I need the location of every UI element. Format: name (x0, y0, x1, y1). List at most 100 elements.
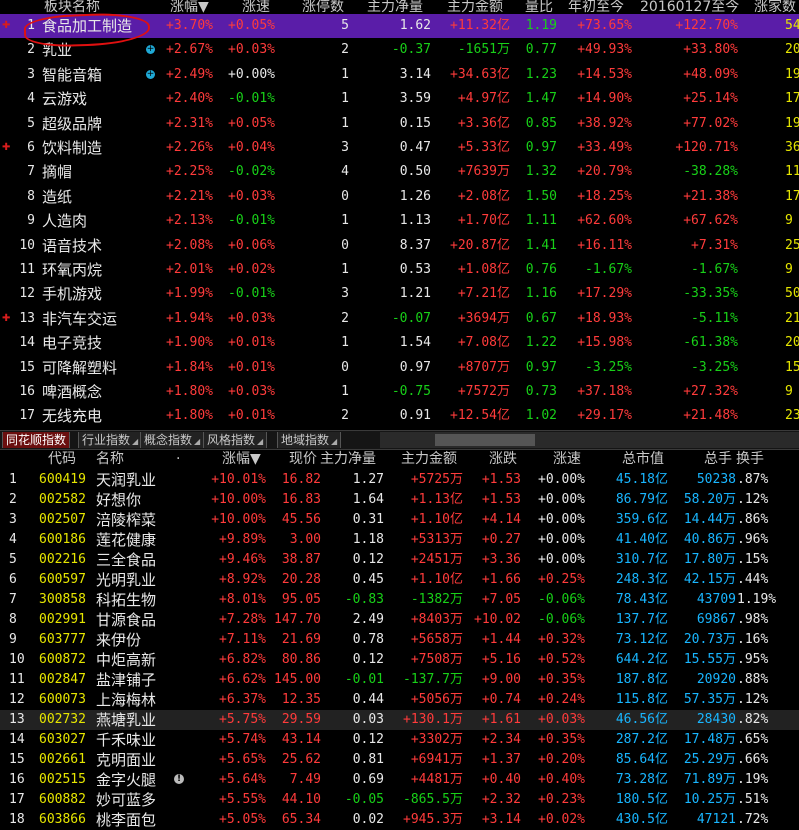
stock-name[interactable]: 好想你 (96, 490, 141, 510)
sector-name[interactable]: 造纸 (42, 185, 72, 209)
stock-name[interactable]: 天润乳业 (96, 470, 156, 490)
header-ytd[interactable]: 年初至今 (568, 0, 624, 14)
sector-name[interactable]: 啤酒概念 (42, 380, 102, 404)
sector-name[interactable]: 人造肉 (42, 209, 87, 233)
sector-row[interactable]: 10 语音技术 +2.08% +0.06% 0 8.37 +20.87亿 1.41 +16.11… (0, 234, 799, 258)
tab-concept-index[interactable]: 概念指数 ◢ (140, 432, 205, 448)
stock-row[interactable]: 5 002216 三全食品 +9.46% 38.87 0.12 +2451万 +3.36 +0.… (0, 550, 799, 570)
sector-name[interactable]: 智能音箱 (42, 63, 102, 87)
stock-name[interactable]: 上海梅林 (96, 690, 156, 710)
stock-name[interactable]: 燕塘乳业 (96, 710, 156, 730)
stock-code[interactable]: 603866 (39, 810, 86, 830)
tab-ths-index[interactable]: 同花顺指数 (2, 432, 71, 448)
sector-row[interactable]: 8 造纸 +2.21% +0.03% 0 1.26 +2.08亿 1.50 +18.25% +21… (0, 185, 799, 209)
sector-name[interactable]: 超级品牌 (42, 112, 102, 136)
stock-name[interactable]: 莲花健康 (96, 530, 156, 550)
stock-code[interactable]: 002661 (39, 750, 86, 770)
sector-row[interactable]: 11 环氧丙烷 +2.01% +0.02% 1 0.53 +1.08亿 0.76 -1.67% -… (0, 258, 799, 282)
sector-row[interactable]: ✚ 13 非汽车交运 +1.94% +0.03% 2 -0.07 +3694万 0.67 +18.… (0, 307, 799, 331)
sector-name[interactable]: 语音技术 (42, 234, 102, 258)
stock-code[interactable]: 002216 (39, 550, 86, 570)
header-code[interactable]: 代码 (48, 448, 76, 470)
sector-row[interactable]: 15 可降解塑料 +1.84% +0.01% 0 0.97 +8707万 0.97 -3.25%… (0, 356, 799, 380)
stock-code[interactable]: 603027 (39, 730, 86, 750)
stock-name[interactable]: 克明面业 (96, 750, 156, 770)
sector-name[interactable]: 云游戏 (42, 87, 87, 111)
sector-name[interactable]: 电子竞技 (42, 331, 102, 355)
stock-row[interactable]: 13 002732 燕塘乳业 +5.75% 29.59 0.03 +130.1万 +1.61 +… (0, 710, 799, 730)
sector-name[interactable]: 环氧丙烷 (42, 258, 102, 282)
header-change[interactable]: 涨幅▼ (170, 0, 209, 14)
header-mcap[interactable]: 总市值 (622, 448, 664, 470)
scrollbar-thumb[interactable] (435, 434, 535, 446)
stock-code[interactable]: 002847 (39, 670, 86, 690)
stock-code[interactable]: 002991 (39, 610, 86, 630)
header-sector-name[interactable]: 板块名称 (44, 0, 100, 14)
stock-row[interactable]: 18 603866 桃李面包 +5.05% 65.34 0.02 +945.3万 +3.14 +… (0, 810, 799, 830)
sector-row[interactable]: ✚ 6 饮料制造 +2.26% +0.04% 3 0.47 +5.33亿 0.97 +33.49%… (0, 136, 799, 160)
stock-row[interactable]: 15 002661 克明面业 +5.65% 25.62 0.81 +6941万 +1.37 +0… (0, 750, 799, 770)
stock-row[interactable]: 12 600073 上海梅林 +6.37% 12.35 0.44 +5056万 +0.74 +0… (0, 690, 799, 710)
header-up-count[interactable]: 涨家数 (754, 0, 796, 14)
stock-code[interactable]: 600872 (39, 650, 86, 670)
sector-row[interactable]: 7 摘帽 +2.25% -0.02% 4 0.50 +7639万 1.32 +20.79% -38… (0, 160, 799, 184)
stock-code[interactable]: 002515 (39, 770, 86, 790)
stock-code[interactable]: 600073 (39, 690, 86, 710)
header-price[interactable]: 现价 (289, 448, 317, 470)
sector-row[interactable]: 5 超级品牌 +2.31% +0.05% 1 0.15 +3.36亿 0.85 +38.92% +… (0, 112, 799, 136)
stock-code[interactable]: 300858 (39, 590, 86, 610)
stock-name[interactable]: 光明乳业 (96, 570, 156, 590)
sector-name[interactable]: 无线充电 (42, 404, 102, 428)
stock-row[interactable]: 4 600186 莲花健康 +9.89% 3.00 1.18 +5313万 +0.27 +0.0… (0, 530, 799, 550)
sector-row[interactable]: 16 啤酒概念 +1.80% +0.03% 1 -0.75 +7572万 0.73 +37.18… (0, 380, 799, 404)
stock-name[interactable]: 科拓生物 (96, 590, 156, 610)
stock-row[interactable]: 9 603777 来伊份 +7.11% 21.69 0.78 +5658万 +1.44 +0.3… (0, 630, 799, 650)
stock-name[interactable]: 来伊份 (96, 630, 141, 650)
header-volume-ratio[interactable]: 量比 (525, 0, 553, 14)
stock-code[interactable]: 002582 (39, 490, 86, 510)
stock-row[interactable]: 14 603027 千禾味业 +5.74% 43.14 0.12 +3302万 +2.34 +0… (0, 730, 799, 750)
sector-name[interactable]: 饮料制造 (42, 136, 102, 160)
stock-row[interactable]: 16 002515 金字火腿! +5.64% 7.49 0.69 +4481万 +0.40 +0… (0, 770, 799, 790)
header-turnover[interactable]: 换手 (736, 448, 764, 470)
sector-row[interactable]: 9 人造肉 +2.13% -0.01% 1 1.13 +1.70亿 1.11 +62.60% +6… (0, 209, 799, 233)
stock-code[interactable]: 600186 (39, 530, 86, 550)
stock-code[interactable]: 600882 (39, 790, 86, 810)
stock-code[interactable]: 600597 (39, 570, 86, 590)
stock-code[interactable]: 002732 (39, 710, 86, 730)
stock-name[interactable]: 妙可蓝多 (96, 790, 156, 810)
stock-name[interactable]: 千禾味业 (96, 730, 156, 750)
stock-name[interactable]: 涪陵榨菜 (96, 510, 156, 530)
stock-row[interactable]: 1 600419 天润乳业 +10.01% 16.82 1.27 +5725万 +1.53 +0… (0, 470, 799, 490)
stock-row[interactable]: 3 002507 涪陵榨菜 +10.00% 45.56 0.31 +1.10亿 +4.14 +0… (0, 510, 799, 530)
stock-name[interactable]: 桃李面包 (96, 810, 156, 830)
sector-name[interactable]: 可降解塑料 (42, 356, 117, 380)
header-delta[interactable]: 涨跌 (489, 448, 517, 470)
stock-name[interactable]: 中炬高新 (96, 650, 156, 670)
stock-name[interactable]: 盐津铺子 (96, 670, 156, 690)
tab-style-index[interactable]: 风格指数 ◢ (203, 432, 268, 448)
header-main-amount[interactable]: 主力金额 (401, 448, 457, 470)
stock-code[interactable]: 002507 (39, 510, 86, 530)
sector-row[interactable]: 17 无线充电 +1.80% +0.01% 2 0.91 +12.54亿 1.02 +29.17… (0, 404, 799, 428)
sector-name[interactable]: 非汽车交运 (42, 307, 117, 331)
sector-row[interactable]: 4 云游戏 +2.40% -0.01% 1 3.59 +4.97亿 1.47 +14.90% +2… (0, 87, 799, 111)
header-name[interactable]: 名称 (96, 448, 124, 470)
header-change[interactable]: 涨幅▼ (222, 448, 261, 470)
sector-row[interactable]: 14 电子竞技 +1.90% +0.01% 1 1.54 +7.08亿 1.22 +15.98%… (0, 331, 799, 355)
stock-code[interactable]: 600419 (39, 470, 86, 490)
stock-row[interactable]: 8 002991 甘源食品 +7.28% 147.70 2.49 +8403万 +10.02 -… (0, 610, 799, 630)
header-speed[interactable]: 涨速 (553, 448, 581, 470)
header-main-net[interactable]: 主力净量 (367, 0, 423, 14)
stock-row[interactable]: 17 600882 妙可蓝多 +5.55% 44.10 -0.05 -865.5万 +2.32… (0, 790, 799, 810)
header-limit-up[interactable]: 涨停数 (302, 0, 344, 14)
stock-row[interactable]: 2 002582 好想你 +10.00% 16.83 1.64 +1.13亿 +1.53 +0.… (0, 490, 799, 510)
sector-row[interactable]: 3 智能音箱 + +2.49% +0.00% 1 3.14 +34.63亿 1.23 +14.53… (0, 63, 799, 87)
stock-code[interactable]: 603777 (39, 630, 86, 650)
stock-row[interactable]: 6 600597 光明乳业 +8.92% 20.28 0.45 +1.10亿 +1.66 +0.… (0, 570, 799, 590)
stock-row[interactable]: 10 600872 中炬高新 +6.82% 80.86 0.12 +7508万 +5.16 +0… (0, 650, 799, 670)
stock-name[interactable]: 甘源食品 (96, 610, 156, 630)
tab-region-index[interactable]: 地域指数 ◢ (277, 432, 342, 448)
sector-name[interactable]: 摘帽 (42, 160, 72, 184)
sector-row[interactable]: 12 手机游戏 +1.99% -0.01% 3 1.21 +7.21亿 1.16 +17.29%… (0, 282, 799, 306)
